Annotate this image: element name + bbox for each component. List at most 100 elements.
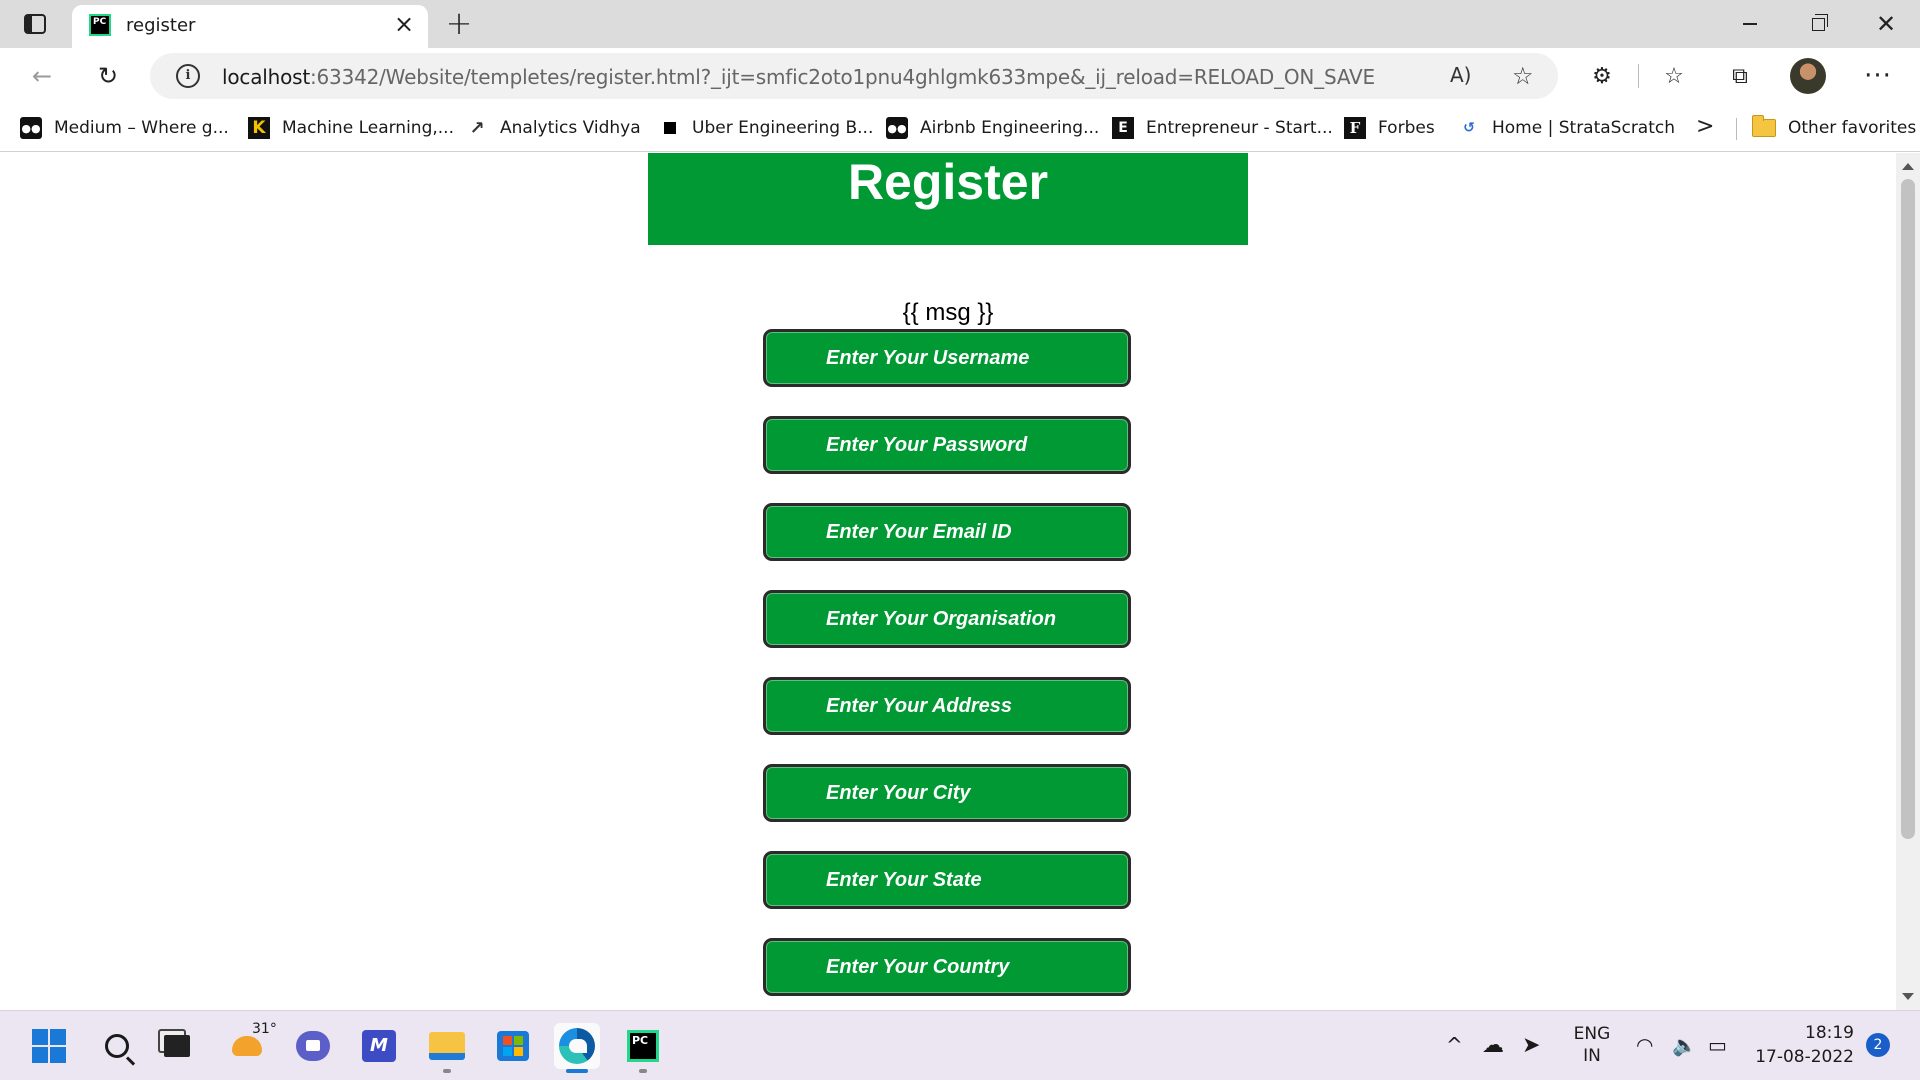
- notification-badge: 2: [1866, 1033, 1890, 1057]
- chevron-right-icon[interactable]: >: [1696, 114, 1714, 139]
- url-host: localhost: [222, 65, 310, 89]
- address-input[interactable]: [766, 680, 1128, 732]
- other-favorites-folder[interactable]: Other favorites: [1751, 114, 1917, 142]
- battery-icon[interactable]: ▭: [1708, 1010, 1727, 1080]
- entrepreneur-icon: E: [1112, 117, 1134, 139]
- bookmark-uber[interactable]: Uber Engineering B...: [658, 114, 873, 142]
- pycharm-favicon-icon: PC: [89, 14, 111, 36]
- bookmark-label: Airbnb Engineering...: [920, 118, 1100, 138]
- favorites-bar: ●● Medium – Where g... K Machine Learnin…: [0, 104, 1920, 152]
- bookmark-label: Forbes: [1378, 118, 1435, 138]
- uber-icon: [664, 122, 676, 134]
- city-field[interactable]: [763, 764, 1131, 822]
- other-favorites-label: Other favorites: [1788, 118, 1917, 138]
- window-close-icon[interactable]: ✕: [1852, 0, 1920, 48]
- tab-register[interactable]: PC register ×: [72, 5, 428, 48]
- country-input[interactable]: [766, 941, 1128, 993]
- url-text[interactable]: localhost:63342/Website/templetes/regist…: [222, 65, 1375, 89]
- bookmark-forbes[interactable]: F Forbes: [1344, 114, 1435, 142]
- search-icon[interactable]: [94, 1023, 140, 1069]
- message-text: {{ msg }}: [902, 299, 994, 326]
- windows-start-icon[interactable]: [26, 1023, 72, 1069]
- weather-icon[interactable]: 31°: [224, 1021, 277, 1069]
- bookmark-label: Home | StrataScratch: [1492, 118, 1676, 138]
- address-bar[interactable]: i localhost:63342/Website/templetes/regi…: [150, 53, 1558, 99]
- maximize-icon[interactable]: [1784, 0, 1852, 48]
- tab-actions-icon[interactable]: [16, 8, 54, 40]
- profile-avatar[interactable]: [1790, 58, 1826, 94]
- bookmark-label: Machine Learning,...: [282, 118, 454, 138]
- favorites-icon[interactable]: ☆: [1656, 58, 1692, 94]
- toolbar-divider: [1638, 64, 1639, 88]
- page-viewport: Register {{ msg }}: [0, 153, 1896, 1010]
- minimize-icon[interactable]: [1716, 0, 1784, 48]
- username-input[interactable]: [766, 332, 1128, 384]
- bookmark-label: Entrepreneur - Start...: [1146, 118, 1333, 138]
- city-input[interactable]: [766, 767, 1128, 819]
- email-field[interactable]: [763, 503, 1131, 561]
- state-input[interactable]: [766, 854, 1128, 906]
- back-icon[interactable]: ←: [22, 56, 62, 96]
- bookmark-stratascratch[interactable]: ↺ Home | StrataScratch: [1458, 114, 1675, 142]
- organisation-field[interactable]: [763, 590, 1131, 648]
- tab-title: register: [126, 15, 196, 36]
- page-scrollbar[interactable]: [1896, 153, 1920, 1010]
- taskbar: 31° M PC: [0, 1010, 1920, 1080]
- weather-temperature: 31°: [252, 1021, 277, 1037]
- bookmark-label: Uber Engineering B...: [692, 118, 874, 138]
- bookmark-medium[interactable]: ●● Medium – Where g...: [20, 114, 229, 142]
- bookmark-kaggle[interactable]: K Machine Learning,...: [248, 114, 454, 142]
- password-input[interactable]: [766, 419, 1128, 471]
- country-field[interactable]: [763, 938, 1131, 996]
- plus-icon[interactable]: +: [440, 5, 478, 43]
- browser-toolbar: ← ↻ i localhost:63342/Website/templetes/…: [0, 48, 1920, 104]
- username-field[interactable]: [763, 329, 1131, 387]
- password-field[interactable]: [763, 416, 1131, 474]
- language-indicator[interactable]: ENG IN: [1570, 1010, 1614, 1080]
- organisation-input[interactable]: [766, 593, 1128, 645]
- task-view-icon[interactable]: [154, 1023, 200, 1069]
- bookmark-label: Medium – Where g...: [54, 118, 229, 138]
- scroll-down-icon[interactable]: [1902, 993, 1914, 1000]
- reload-icon[interactable]: ↻: [88, 56, 128, 96]
- email-input[interactable]: [766, 506, 1128, 558]
- url-path: :63342/Website/templetes/register.html?_…: [309, 65, 1375, 89]
- kaggle-icon: K: [248, 117, 270, 139]
- bookmark-analytics-vidhya[interactable]: ↗ Analytics Vidhya: [466, 114, 641, 142]
- region-code: IN: [1583, 1046, 1601, 1066]
- add-favorite-icon[interactable]: ☆: [1512, 62, 1534, 90]
- clock-date: 17-08-2022: [1755, 1047, 1854, 1067]
- onedrive-cloud-icon[interactable]: ☁: [1482, 1010, 1504, 1080]
- teams-chat-icon[interactable]: [290, 1023, 336, 1069]
- file-explorer-icon[interactable]: [424, 1023, 470, 1073]
- bookmark-entrepreneur[interactable]: E Entrepreneur - Start...: [1112, 114, 1333, 142]
- collections-icon[interactable]: ⧉: [1722, 58, 1758, 94]
- pycharm-icon[interactable]: PC: [620, 1023, 666, 1073]
- info-icon[interactable]: i: [176, 64, 200, 88]
- stratascratch-icon: ↺: [1463, 120, 1475, 136]
- close-icon[interactable]: ×: [390, 10, 418, 38]
- scrollbar-thumb[interactable]: [1901, 179, 1915, 839]
- register-header: Register: [648, 153, 1248, 245]
- bookmark-airbnb[interactable]: ●● Airbnb Engineering...: [886, 114, 1099, 142]
- wifi-icon[interactable]: ◠: [1636, 1010, 1653, 1080]
- volume-icon[interactable]: 🔈: [1672, 1010, 1697, 1080]
- chevron-up-icon[interactable]: ^: [1446, 1010, 1463, 1080]
- bookmark-label: Analytics Vidhya: [500, 118, 641, 138]
- edge-icon[interactable]: [554, 1023, 600, 1073]
- location-icon[interactable]: ➤: [1522, 1010, 1540, 1080]
- mail-app-icon[interactable]: M: [356, 1023, 402, 1069]
- microsoft-store-icon[interactable]: [490, 1023, 536, 1069]
- more-icon[interactable]: ···: [1860, 58, 1896, 94]
- clock[interactable]: 18:19 17-08-2022: [1744, 1010, 1854, 1080]
- language-code: ENG: [1573, 1024, 1611, 1044]
- medium-icon: ●●: [20, 117, 42, 139]
- folder-icon: [1751, 115, 1776, 137]
- extensions-icon[interactable]: ⚙: [1584, 58, 1620, 94]
- read-aloud-icon[interactable]: A): [1450, 63, 1471, 87]
- forbes-icon: F: [1344, 117, 1366, 139]
- address-field[interactable]: [763, 677, 1131, 735]
- state-field[interactable]: [763, 851, 1131, 909]
- notification-center[interactable]: 2: [1866, 1010, 1890, 1080]
- scroll-up-icon[interactable]: [1902, 163, 1914, 170]
